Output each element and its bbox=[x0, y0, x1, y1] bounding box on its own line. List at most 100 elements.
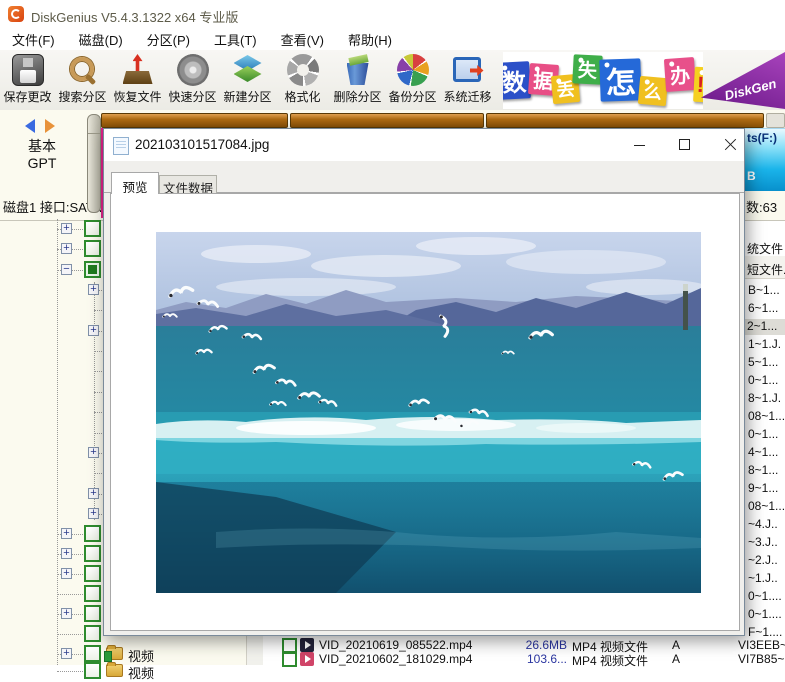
tree-checkbox[interactable] bbox=[84, 545, 101, 562]
file-row-fragment[interactable]: ~4.J.. bbox=[746, 517, 785, 533]
menu-item[interactable]: 工具(T) bbox=[204, 28, 267, 51]
file-name: VID_20210619_085522.mp4 bbox=[319, 638, 473, 652]
tab-file-data[interactable]: 文件数据 bbox=[159, 175, 217, 196]
toolbar-button[interactable]: 系统迁移 bbox=[440, 50, 495, 110]
tree-checkbox[interactable] bbox=[84, 605, 101, 622]
tree-checkbox[interactable] bbox=[84, 565, 101, 582]
drive-name-fragment: ts(F:) bbox=[747, 131, 777, 145]
menu-item[interactable]: 查看(V) bbox=[271, 28, 334, 51]
toolbar-button[interactable]: 搜索分区 bbox=[55, 50, 110, 110]
menu-item[interactable]: 帮助(H) bbox=[338, 28, 402, 51]
drive-size-fragment: B bbox=[747, 169, 756, 183]
file-row-fragment[interactable]: 4~1... bbox=[746, 445, 785, 461]
tree-checkbox[interactable] bbox=[84, 261, 101, 278]
file-row-fragment[interactable]: 0~1... bbox=[746, 427, 785, 443]
file-checkbox[interactable] bbox=[282, 638, 297, 653]
file-attr: A bbox=[672, 638, 681, 652]
dialog-tab-strip: 预览 文件数据 文件头数据与类型相符。 bbox=[104, 161, 744, 223]
file-row-fragment[interactable]: 2~1... bbox=[745, 319, 785, 335]
file-row-fragment[interactable]: 8~1.J. bbox=[746, 391, 785, 407]
file-row-fragment[interactable]: 0~1.... bbox=[746, 589, 785, 605]
tree-expander[interactable] bbox=[61, 548, 72, 559]
file-row-fragment[interactable]: 6~1... bbox=[746, 301, 785, 317]
tree-checkbox[interactable] bbox=[84, 625, 101, 642]
toolbar-button[interactable]: 删除分区 bbox=[330, 50, 385, 110]
minimize-button[interactable] bbox=[620, 130, 660, 158]
file-row-fragment[interactable]: ~1.J.. bbox=[746, 571, 785, 587]
file-row-fragment[interactable]: ~3.J.. bbox=[746, 535, 785, 551]
tree-expander[interactable] bbox=[88, 447, 99, 458]
toolbar-button-label: 保存更改 bbox=[3, 90, 52, 104]
file-row-fragment[interactable]: 9~1... bbox=[746, 481, 785, 497]
dialog-title: 202103101517084.jpg bbox=[135, 137, 270, 152]
file-row-fragment[interactable]: 0~1.... bbox=[746, 607, 785, 623]
tree-expander[interactable] bbox=[88, 284, 99, 295]
column-header-fragment[interactable]: 短文件. bbox=[747, 261, 785, 278]
file-row[interactable]: VID_20210602_181029.mp4 103.6... MP4 视频文… bbox=[263, 652, 785, 668]
diskgenius-logo-icon bbox=[8, 6, 24, 22]
tree-expander[interactable] bbox=[61, 223, 72, 234]
tree-expander[interactable] bbox=[88, 508, 99, 519]
tree-checkbox[interactable] bbox=[84, 240, 101, 257]
file-row-fragment[interactable]: 1~1.J. bbox=[746, 337, 785, 353]
tree-expander[interactable] bbox=[61, 264, 72, 275]
tree-expander[interactable] bbox=[61, 243, 72, 254]
tab-preview[interactable]: 预览 bbox=[111, 172, 159, 195]
tree-expander[interactable] bbox=[88, 325, 99, 336]
toolbar-button[interactable]: 新建分区 bbox=[220, 50, 275, 110]
partition-map-bar[interactable] bbox=[486, 113, 764, 128]
toolbar-button[interactable]: 恢复文件 bbox=[110, 50, 165, 110]
toolbar-button-icon bbox=[452, 54, 484, 86]
toolbar-button[interactable]: 快速分区 bbox=[165, 50, 220, 110]
tree-expander[interactable] bbox=[61, 608, 72, 619]
tree-checkbox[interactable] bbox=[84, 585, 101, 602]
maximize-button[interactable] bbox=[664, 130, 704, 158]
tree-checkbox[interactable] bbox=[84, 525, 101, 542]
toolbar-button-label: 搜索分区 bbox=[58, 90, 107, 104]
nav-back-icon[interactable] bbox=[25, 119, 35, 133]
file-row-fragment[interactable]: B~1... bbox=[746, 283, 785, 299]
menu-item[interactable]: 磁盘(D) bbox=[69, 28, 133, 51]
file-size: 26.6MB bbox=[525, 638, 567, 652]
file-row-fragment[interactable]: 0~1... bbox=[746, 373, 785, 389]
tree-checkbox[interactable] bbox=[84, 645, 101, 662]
partition-map-bar[interactable] bbox=[101, 113, 288, 128]
file-row-fragment[interactable]: 5~1... bbox=[746, 355, 785, 371]
toolbar-button-label: 格式化 bbox=[284, 90, 321, 104]
toolbar-button-icon bbox=[122, 54, 154, 86]
file-row-fragment[interactable]: ~2.J.. bbox=[746, 553, 785, 569]
tree-expander[interactable] bbox=[61, 648, 72, 659]
promo-banner[interactable]: 数据丢失怎么办! bbox=[503, 52, 703, 109]
nav-forward-icon[interactable] bbox=[45, 119, 55, 133]
close-icon bbox=[724, 138, 737, 151]
toolbar-button[interactable]: 备份分区 bbox=[385, 50, 440, 110]
dialog-titlebar[interactable]: 202103101517084.jpg bbox=[104, 129, 744, 161]
file-row-fragment[interactable]: 08~1... bbox=[746, 499, 785, 515]
toolbar-button[interactable]: 格式化 bbox=[275, 50, 330, 110]
image-file-icon bbox=[113, 137, 129, 155]
toolbar-button[interactable]: 保存更改 bbox=[0, 50, 55, 110]
menu-item[interactable]: 分区(P) bbox=[137, 28, 200, 51]
tree-row: 视频 bbox=[0, 661, 244, 681]
toolbar-button-icon bbox=[11, 54, 44, 86]
toolbar-button-icon bbox=[396, 54, 429, 86]
file-row-fragment[interactable]: 08~1... bbox=[746, 409, 785, 425]
tree-expander[interactable] bbox=[88, 488, 99, 499]
tree-row-label[interactable]: 视频 bbox=[128, 663, 154, 682]
maximize-icon bbox=[679, 139, 690, 150]
file-short-name: VI7B85~1... bbox=[738, 652, 785, 666]
banner-tag: 失 bbox=[572, 54, 603, 85]
banner-tag: 怎 bbox=[599, 58, 642, 102]
tree-checkbox[interactable] bbox=[84, 220, 101, 237]
menu-item[interactable]: 文件(F) bbox=[2, 28, 65, 51]
video-file-icon bbox=[300, 652, 314, 666]
photo-svg bbox=[156, 232, 701, 593]
tree-expander[interactable] bbox=[61, 568, 72, 579]
file-row[interactable]: VID_20210619_085522.mp4 26.6MB MP4 视频文件 … bbox=[263, 638, 785, 654]
tree-expander[interactable] bbox=[61, 528, 72, 539]
toolbar-button-icon bbox=[286, 54, 319, 86]
close-button[interactable] bbox=[710, 130, 750, 158]
file-row-fragment[interactable]: 8~1... bbox=[746, 463, 785, 479]
column-header-fragment[interactable]: 统文件 bbox=[747, 240, 783, 257]
partition-map-bar[interactable] bbox=[290, 113, 484, 128]
